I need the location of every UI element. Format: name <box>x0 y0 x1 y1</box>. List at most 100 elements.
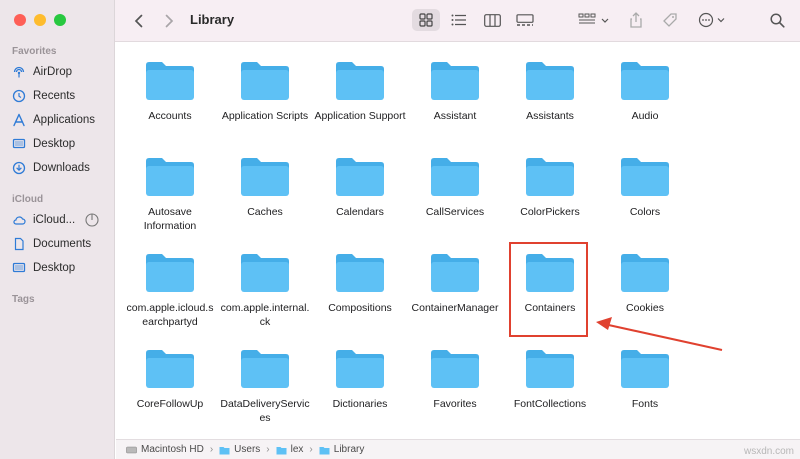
folder-item[interactable]: Cookies <box>599 251 691 315</box>
folder-label: CallServices <box>425 206 485 218</box>
folder-icon <box>526 62 574 100</box>
folder-icon <box>241 62 289 100</box>
sidebar-item-applications[interactable]: Applications <box>12 109 110 131</box>
folder-icon <box>621 254 669 292</box>
folder-label: Dictionaries <box>332 398 388 410</box>
close-window-button[interactable] <box>14 14 26 26</box>
column-view-icon <box>483 13 501 27</box>
folder-item[interactable]: Application Scripts <box>219 59 311 123</box>
tag-button[interactable] <box>658 9 682 31</box>
search-icon <box>769 12 785 28</box>
home-folder-icon <box>276 446 287 454</box>
sidebar-item-label: iCloud... <box>33 214 76 226</box>
sidebar-item-desktop[interactable]: Desktop <box>12 133 110 155</box>
folder-label: DataDeliveryServices <box>220 398 310 424</box>
folder-icon <box>146 350 194 388</box>
folder-item[interactable]: DataDeliveryServices <box>219 347 311 425</box>
hard-drive-icon <box>126 446 137 453</box>
folder-item[interactable]: Caches <box>219 155 311 219</box>
folder-icon <box>336 62 384 100</box>
list-view-icon <box>451 14 466 26</box>
folder-label: Fonts <box>631 398 659 410</box>
folder-item[interactable]: Dictionaries <box>314 347 406 411</box>
sidebar-item-recents[interactable]: Recents <box>12 85 110 107</box>
more-icon <box>698 12 725 28</box>
sidebar-item-label: Recents <box>33 90 76 102</box>
folder-item[interactable]: Autosave Information <box>124 155 216 233</box>
folder-item[interactable]: Compositions <box>314 251 406 315</box>
folder-label: Compositions <box>328 302 392 314</box>
folder-icon <box>431 158 479 196</box>
sidebar-item-airdrop[interactable]: AirDrop <box>12 61 110 83</box>
folder-item[interactable]: com.apple.icloud.searchpartyd <box>124 251 216 329</box>
folder-icon <box>241 254 289 292</box>
back-button[interactable] <box>129 11 149 31</box>
icon-view-button[interactable] <box>412 9 440 31</box>
document-icon <box>12 237 26 251</box>
favorites-heading: Favorites <box>12 46 57 57</box>
folder-item[interactable]: Assistant <box>409 59 501 123</box>
sidebar-item-icloud-drive[interactable]: iCloud... <box>12 209 110 231</box>
folder-item[interactable]: Audio <box>599 59 691 123</box>
folder-label: com.apple.internal.ck <box>220 302 310 328</box>
folder-item[interactable]: Containers <box>504 251 596 315</box>
folder-item[interactable]: Favorites <box>409 347 501 411</box>
folder-label: FontCollections <box>513 398 587 410</box>
folder-item[interactable]: Calendars <box>314 155 406 219</box>
folder-label: CoreFollowUp <box>136 398 204 410</box>
path-crumb-lex[interactable]: lex <box>276 444 303 455</box>
sidebar-item-documents[interactable]: Documents <box>12 233 110 255</box>
folder-label: ColorPickers <box>520 206 580 218</box>
folder-label: Assistants <box>526 110 574 122</box>
folder-icon <box>319 446 330 454</box>
sidebar-item-downloads[interactable]: Downloads <box>12 157 110 179</box>
folder-item[interactable]: com.apple.internal.ck <box>219 251 311 329</box>
share-button[interactable] <box>625 9 647 31</box>
folder-icon <box>146 254 194 292</box>
airdrop-icon <box>12 65 26 79</box>
sidebar-item-label: Applications <box>33 114 96 126</box>
folder-item[interactable]: CallServices <box>409 155 501 219</box>
sidebar-item-label: Downloads <box>33 162 90 174</box>
minimize-window-button[interactable] <box>34 14 46 26</box>
gallery-view-button[interactable] <box>512 9 538 31</box>
path-separator-icon: › <box>309 444 313 455</box>
sidebar-item-label: AirDrop <box>33 66 72 78</box>
folder-icon <box>431 254 479 292</box>
folder-label: Favorites <box>433 398 477 410</box>
maximize-window-button[interactable] <box>54 14 66 26</box>
group-button[interactable] <box>577 9 613 31</box>
folder-icon <box>219 446 230 454</box>
forward-button[interactable] <box>159 11 179 31</box>
tag-icon <box>663 13 677 27</box>
folder-item[interactable]: CoreFollowUp <box>124 347 216 411</box>
search-button[interactable] <box>765 9 789 31</box>
group-icon <box>578 13 609 24</box>
folder-item[interactable]: Colors <box>599 155 691 219</box>
list-view-button[interactable] <box>446 9 472 31</box>
path-crumb-library[interactable]: Library <box>319 444 364 455</box>
toolbar: Library <box>115 0 800 42</box>
folder-item[interactable]: ContainerManager <box>409 251 501 315</box>
action-button[interactable] <box>696 9 730 31</box>
folder-item[interactable]: ColorPickers <box>504 155 596 219</box>
folder-item[interactable]: Assistants <box>504 59 596 123</box>
path-crumb-users[interactable]: Users <box>219 444 260 455</box>
folder-item[interactable]: FontCollections <box>504 347 596 411</box>
folder-label: Calendars <box>336 206 384 218</box>
tags-heading: Tags <box>12 294 35 305</box>
folder-item[interactable]: Accounts <box>124 59 216 123</box>
folder-item[interactable]: Application Support <box>314 59 406 123</box>
path-crumb-macintosh-hd[interactable]: Macintosh HD <box>126 444 204 455</box>
folder-label: Cookies <box>626 302 664 314</box>
column-view-button[interactable] <box>479 9 505 31</box>
folder-icon <box>431 350 479 388</box>
folder-item[interactable]: Fonts <box>599 347 691 411</box>
finder-window: Favorites AirDrop Recents Applications D… <box>0 0 800 459</box>
folder-icon <box>526 350 574 388</box>
sidebar-item-icloud-desktop[interactable]: Desktop <box>12 257 110 279</box>
applications-icon <box>12 113 26 127</box>
folder-icon <box>621 62 669 100</box>
folder-icon <box>336 350 384 388</box>
path-separator-icon: › <box>209 444 214 455</box>
